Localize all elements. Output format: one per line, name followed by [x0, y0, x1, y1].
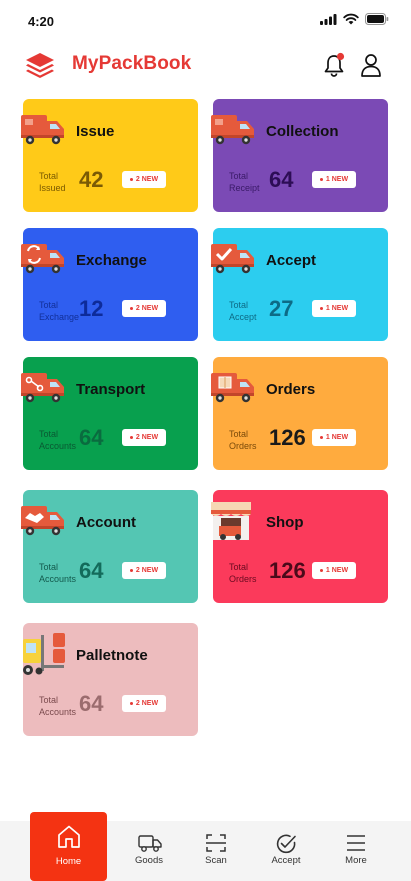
card-value: 12	[79, 296, 104, 321]
card-subtitle: Total Accept	[229, 300, 257, 322]
user-icon[interactable]	[359, 52, 383, 78]
card-palletnote[interactable]: Palletnote Total Accounts 64 2 NEW	[23, 623, 198, 736]
card-account[interactable]: Account Total Accounts 64 2 NEW	[21, 490, 198, 603]
card-orders[interactable]: Orders Total Orders 126 1 NEW	[211, 357, 388, 470]
card-value: 126	[269, 425, 306, 450]
new-badge: 2 NEW	[122, 300, 166, 317]
nav-home[interactable]: Home	[30, 812, 107, 881]
forklift-icon	[19, 633, 67, 675]
app-title: MyPackBook	[72, 53, 192, 74]
app-header: MyPackBook	[0, 44, 411, 88]
card-title: Transport	[76, 381, 146, 398]
card-subtitle: Total Accounts	[39, 562, 77, 584]
nav-accept[interactable]: Accept	[256, 821, 316, 881]
new-badge: 1 NEW	[312, 562, 356, 579]
card-value: 64	[79, 425, 104, 450]
bell-icon[interactable]	[322, 52, 346, 78]
card-value: 64	[79, 558, 104, 583]
nav-label: Scan	[205, 855, 227, 866]
battery-icon	[365, 13, 389, 25]
signal-icon	[320, 13, 337, 25]
status-bar: 4:20	[0, 0, 411, 44]
orders-truck-icon	[209, 367, 257, 407]
nav-label: Accept	[271, 855, 301, 866]
card-title: Account	[76, 514, 136, 531]
new-badge: 2 NEW	[122, 562, 166, 579]
card-value: 42	[79, 167, 104, 192]
card-shop[interactable]: Shop Total Orders 126 1 NEW	[211, 490, 388, 603]
card-subtitle: Total Orders	[229, 562, 257, 584]
card-subtitle: Total Issued	[39, 171, 66, 193]
card-subtitle: Total Orders	[229, 429, 257, 451]
card-subtitle: Total Exchange	[39, 300, 80, 322]
card-subtitle: Total Receipt	[229, 171, 260, 193]
truck-icon	[138, 835, 162, 852]
card-title: Collection	[266, 123, 339, 140]
status-time: 4:20	[28, 14, 55, 29]
new-badge: 2 NEW	[122, 171, 166, 188]
new-badge: 2 NEW	[122, 695, 166, 712]
new-badge: 1 NEW	[312, 171, 356, 188]
shop-icon	[209, 500, 257, 540]
exchange-truck-icon	[19, 238, 67, 278]
card-title: Orders	[266, 381, 316, 398]
wifi-icon	[343, 13, 359, 25]
card-title: Exchange	[76, 252, 147, 269]
card-accept[interactable]: Accept Total Accept 27 1 NEW	[211, 228, 388, 341]
card-value: 64	[269, 167, 294, 192]
accept-truck-icon	[209, 238, 257, 278]
card-exchange[interactable]: Exchange Total Exchange 12 2 NEW	[21, 228, 198, 341]
card-collection[interactable]: Collection Total Receipt 64 1 NEW	[211, 99, 388, 212]
card-value: 27	[269, 296, 294, 321]
card-title: Accept	[266, 252, 317, 269]
card-title: Issue	[76, 123, 115, 140]
status-icons	[320, 13, 389, 25]
card-value: 126	[269, 558, 306, 583]
card-subtitle: Total Accounts	[39, 429, 77, 451]
nav-label: Goods	[135, 855, 163, 866]
nav-more[interactable]: More	[326, 821, 386, 881]
new-badge: 2 NEW	[122, 429, 166, 446]
nav-label: More	[345, 855, 367, 866]
card-transport[interactable]: Transport Total Accounts 64 2 NEW	[21, 357, 198, 470]
nav-label: Home	[55, 856, 82, 867]
card-value: 64	[79, 691, 104, 716]
card-title: Shop	[266, 514, 304, 531]
delivery-truck-icon	[19, 109, 67, 149]
card-title: Palletnote	[76, 647, 148, 664]
stack-logo-icon	[26, 53, 54, 78]
new-badge: 1 NEW	[312, 300, 356, 317]
card-issue[interactable]: Issue Total Issued 42 2 NEW	[21, 99, 198, 212]
new-badge: 1 NEW	[312, 429, 356, 446]
handshake-truck-icon	[19, 500, 67, 540]
delivery-truck-icon	[209, 109, 257, 149]
home-icon	[58, 825, 80, 848]
scan-icon	[206, 834, 226, 852]
nav-goods[interactable]: Goods	[119, 821, 179, 881]
nav-scan[interactable]: Scan	[186, 821, 246, 881]
transport-truck-icon	[19, 367, 67, 407]
card-subtitle: Total Accounts	[39, 695, 77, 717]
check-circle-icon	[276, 834, 296, 854]
menu-icon	[347, 835, 365, 851]
